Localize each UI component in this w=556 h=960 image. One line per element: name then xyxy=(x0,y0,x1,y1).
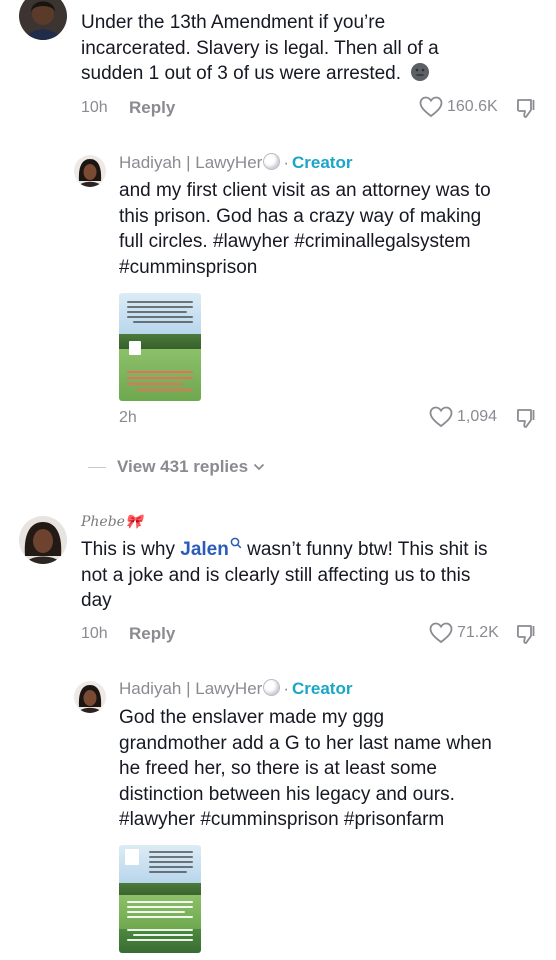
reply-text-line: full circles. #lawyher #criminallegalsys… xyxy=(119,231,471,252)
dislike-icon xyxy=(516,409,535,428)
creator-avatar[interactable] xyxy=(74,681,106,713)
circle-emoji-icon xyxy=(263,679,281,696)
circle-emoji-icon xyxy=(263,153,281,170)
reply-text-line: he freed her, so there is at least some xyxy=(119,758,437,779)
heart-outline-icon xyxy=(429,622,453,644)
reply-text-line: #cumminsprison xyxy=(119,256,258,278)
reply-text-line: distinction between his legacy and ours. xyxy=(119,783,455,805)
comment-text-line: day xyxy=(81,590,112,611)
reply-text-line: #lawyher #cumminsprison #prisonfarm xyxy=(119,809,445,830)
divider-line xyxy=(88,466,106,468)
comment-text-line: Under the 13th Amendment if you’re xyxy=(81,12,386,33)
commenter-avatar[interactable] xyxy=(19,516,67,564)
commenter-avatar[interactable] xyxy=(19,0,67,40)
like-count: 71.2K xyxy=(457,624,499,641)
chevron-down-icon xyxy=(253,463,265,471)
mention-link[interactable]: Jalen xyxy=(180,539,229,560)
comment-text: This is why xyxy=(81,539,181,560)
reply-text-line: God the enslaver made my ggg xyxy=(119,707,385,728)
like-count: 160.6K xyxy=(447,98,498,115)
dislike-button[interactable] xyxy=(515,622,539,651)
author-row: Hadiyah | LawyHer · Creator xyxy=(119,153,352,173)
view-replies-button[interactable]: View 431 replies xyxy=(88,457,265,477)
reply-button[interactable]: Reply xyxy=(129,98,175,118)
reply-text-line: and my first client visit as an attorney… xyxy=(119,180,491,201)
comment-text-line: not a joke and is clearly still affectin… xyxy=(81,564,471,586)
separator: · xyxy=(283,679,289,698)
comment-first-line: This is why Jalen wasn’t funny btw! This… xyxy=(81,537,546,563)
dislike-button[interactable] xyxy=(515,96,539,125)
like-button[interactable]: 71.2K xyxy=(429,622,499,644)
author-name[interactable]: Phebe🎀 xyxy=(81,514,142,530)
reply-button[interactable]: Reply xyxy=(129,624,175,644)
creator-badge: Creator xyxy=(292,153,353,172)
separator: · xyxy=(283,153,289,172)
comment-text: wasn’t funny btw! This shit is xyxy=(241,539,488,560)
comment-time: 10h xyxy=(81,625,108,642)
author-row: Hadiyah | LawyHer · Creator xyxy=(119,679,352,699)
creator-avatar[interactable] xyxy=(74,155,106,187)
attached-image-thumbnail[interactable] xyxy=(119,845,201,953)
dislike-icon xyxy=(516,99,535,118)
comment-text-line: sudden 1 out of 3 of us were arrested. xyxy=(81,63,402,84)
comment-text-line: incarcerated. Slavery is legal. Then all… xyxy=(81,37,439,59)
author-name[interactable]: Hadiyah | LawyHer xyxy=(119,153,262,172)
search-icon[interactable] xyxy=(230,537,242,549)
like-count: 1,094 xyxy=(457,408,498,425)
dislike-button[interactable] xyxy=(515,406,539,435)
like-button[interactable]: 160.6K xyxy=(419,96,498,118)
moon-emoji-icon xyxy=(410,62,430,90)
heart-outline-icon xyxy=(419,96,443,118)
dislike-icon xyxy=(516,625,535,644)
creator-badge: Creator xyxy=(292,679,353,698)
like-button[interactable]: 1,094 xyxy=(429,406,497,428)
reply-time: 2h xyxy=(119,409,137,426)
author-name[interactable]: Hadiyah | LawyHer xyxy=(119,679,262,698)
view-replies-label: View 431 replies xyxy=(117,457,249,476)
reply-text-line: grandmother add a G to her last name whe… xyxy=(119,732,492,754)
heart-outline-icon xyxy=(429,406,453,428)
reply-text-line: this prison. God has a crazy way of maki… xyxy=(119,205,482,227)
attached-image-thumbnail[interactable] xyxy=(119,293,201,401)
comment-time: 10h xyxy=(81,99,108,116)
